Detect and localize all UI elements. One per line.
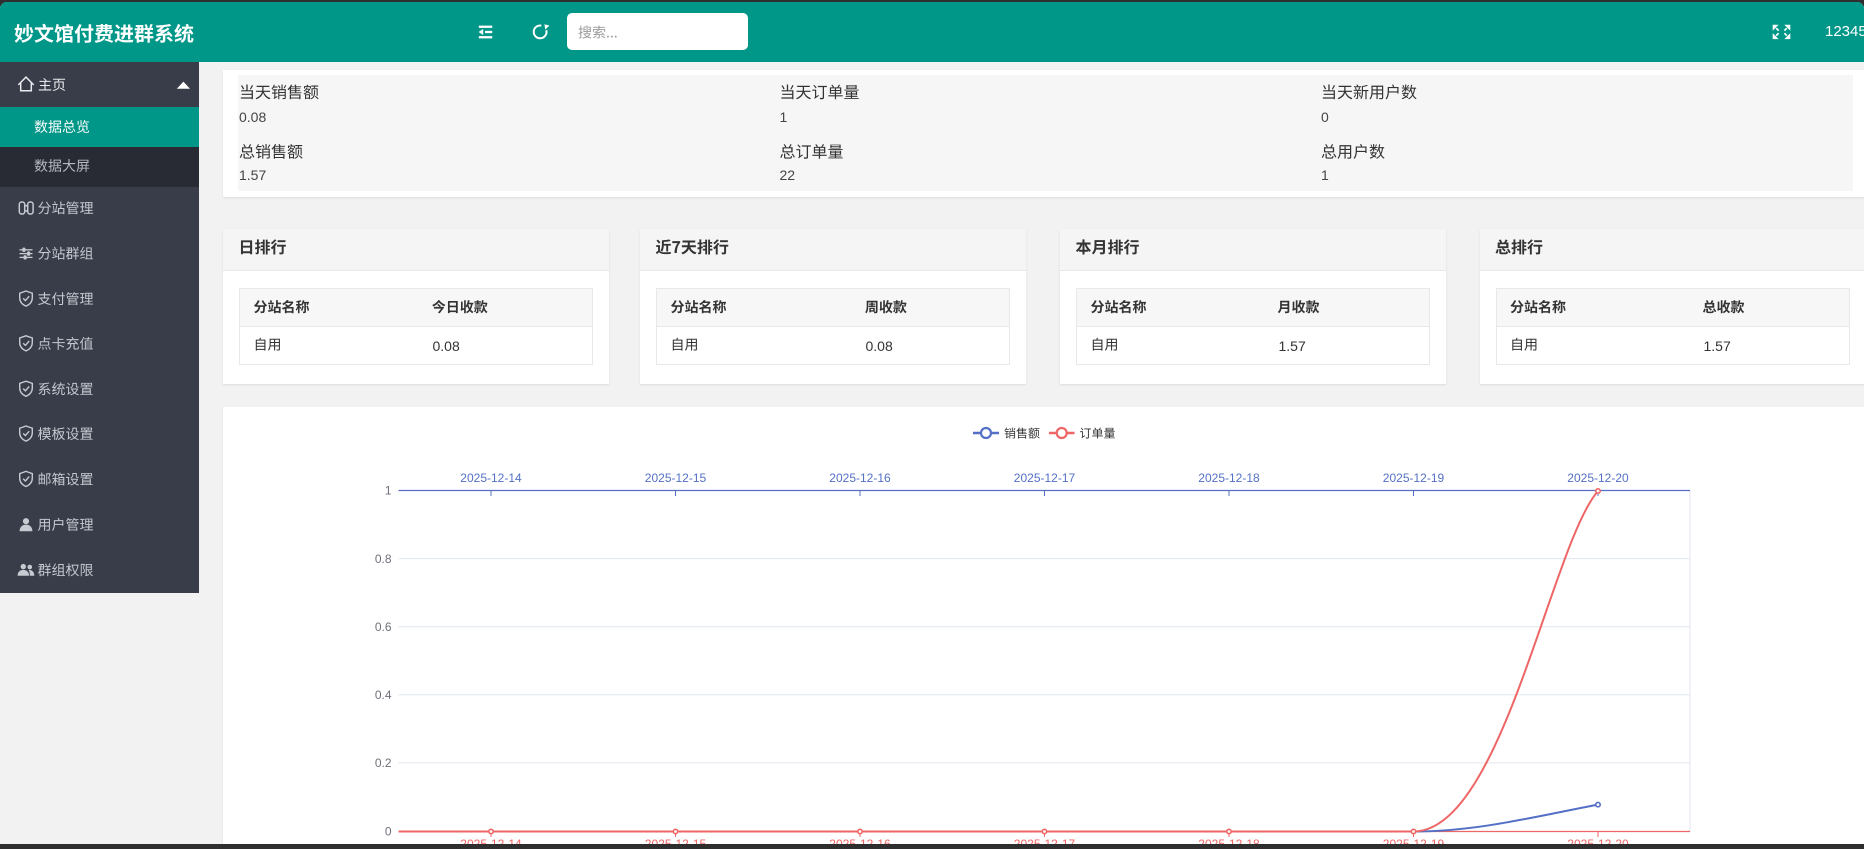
svg-text:2025-12-15: 2025-12-15 (645, 837, 707, 844)
svg-text:2025-12-20: 2025-12-20 (1567, 471, 1629, 485)
svg-text:2025-12-19: 2025-12-19 (1383, 471, 1445, 485)
svg-text:1: 1 (385, 484, 392, 498)
svg-text:0: 0 (385, 825, 392, 839)
svg-text:2025-12-16: 2025-12-16 (829, 471, 891, 485)
svg-text:2025-12-18: 2025-12-18 (1198, 837, 1260, 844)
svg-text:2025-12-18: 2025-12-18 (1198, 471, 1260, 485)
svg-text:0.8: 0.8 (375, 552, 392, 566)
svg-text:2025-12-20: 2025-12-20 (1567, 837, 1629, 844)
svg-text:0.6: 0.6 (375, 620, 392, 634)
svg-text:2025-12-15: 2025-12-15 (645, 471, 707, 485)
svg-text:2025-12-17: 2025-12-17 (1014, 471, 1076, 485)
svg-text:0.4: 0.4 (375, 688, 392, 702)
svg-text:2025-12-14: 2025-12-14 (460, 837, 522, 844)
svg-text:0.2: 0.2 (375, 756, 392, 770)
svg-text:2025-12-17: 2025-12-17 (1014, 837, 1076, 844)
svg-text:2025-12-19: 2025-12-19 (1383, 837, 1445, 844)
svg-text:2025-12-14: 2025-12-14 (460, 471, 522, 485)
svg-text:2025-12-16: 2025-12-16 (829, 837, 891, 844)
